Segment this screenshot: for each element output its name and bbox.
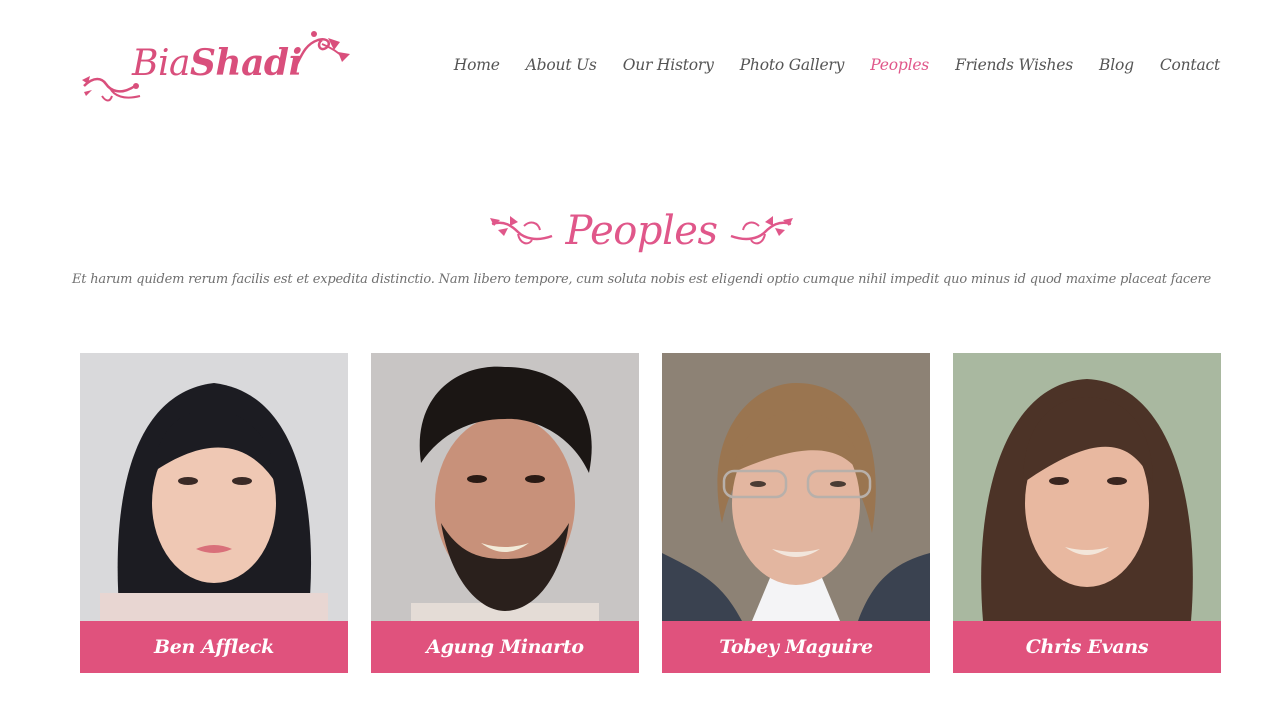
floral-ornament-icon [489,216,552,245]
person-name: Agung Minarto [371,621,639,673]
person-photo [953,353,1221,621]
section-title: Peoples [565,208,718,254]
main-nav: Home About Us Our History Photo Gallery … [428,56,1220,74]
person-name: Tobey Maguire [662,621,930,673]
section-heading: Peoples [0,196,1283,266]
site-logo[interactable]: BiaShadi [80,28,355,108]
nav-item-blog[interactable]: Blog [1099,56,1134,74]
floral-ornament-icon [294,31,350,67]
nav-item-photo-gallery[interactable]: Photo Gallery [740,56,845,74]
nav-item-home[interactable]: Home [454,56,500,74]
nav-item-about-us[interactable]: About Us [526,56,597,74]
person-card[interactable]: Tobey Maguire [662,353,930,673]
nav-item-peoples[interactable]: Peoples [870,56,929,74]
logo-wordmark: BiaShadi [132,42,302,84]
nav-item-contact[interactable]: Contact [1160,56,1220,74]
person-card[interactable]: Chris Evans [953,353,1221,673]
nav-item-our-history[interactable]: Our History [623,56,714,74]
person-photo [80,353,348,621]
person-photo [371,353,639,621]
person-name: Ben Affleck [80,621,348,673]
person-card[interactable]: Ben Affleck [80,353,348,673]
person-photo [662,353,930,621]
person-card[interactable]: Agung Minarto [371,353,639,673]
section-subtitle: Et harum quidem rerum facilis est et exp… [72,272,1211,287]
people-grid: Ben Affleck Agung Minarto Tobey Maguire … [80,353,1221,673]
nav-item-friends-wishes[interactable]: Friends Wishes [955,56,1073,74]
person-name: Chris Evans [953,621,1221,673]
floral-ornament-icon [731,216,794,245]
